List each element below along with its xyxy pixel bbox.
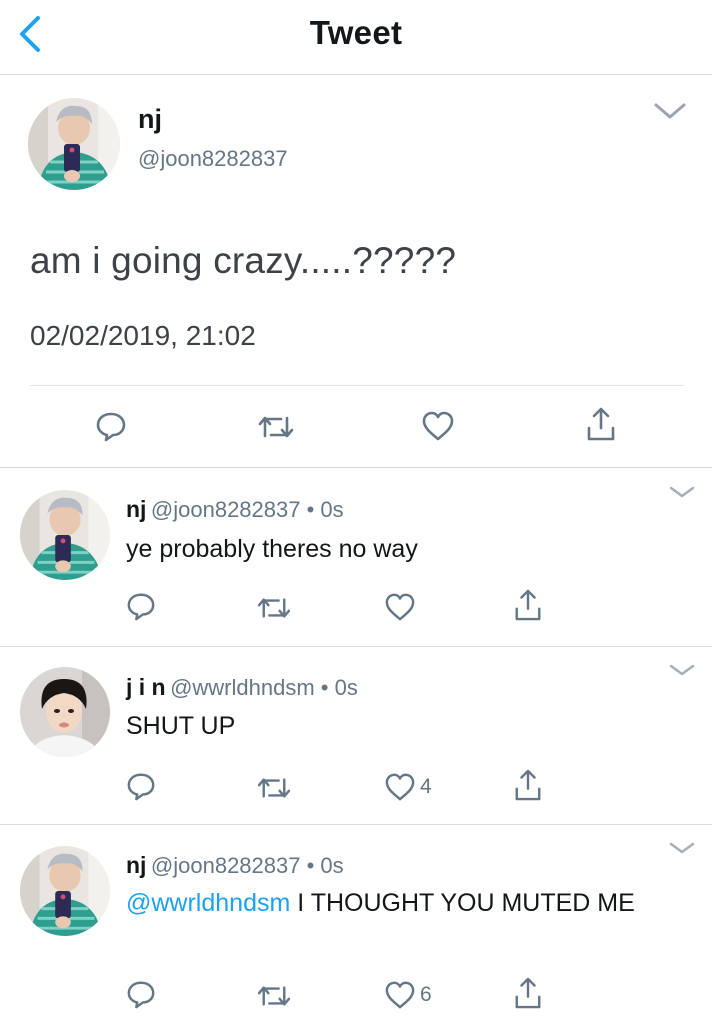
reply-name[interactable]: nj xyxy=(126,496,146,522)
reply-3-retweet-button[interactable] xyxy=(256,982,292,1015)
header-bar: Tweet xyxy=(0,0,712,75)
reply-menu-button[interactable] xyxy=(668,484,696,505)
reply-header: j i n @wwrldhndsm • 0s xyxy=(126,674,358,701)
reply-1-retweet-button[interactable] xyxy=(256,594,292,627)
share-icon xyxy=(587,407,615,441)
chevron-down-icon xyxy=(669,486,695,498)
reply-meta: @joon8282837 • 0s xyxy=(150,497,344,522)
reply-meta: @joon8282837 • 0s xyxy=(150,853,344,878)
retweet-icon xyxy=(257,986,291,1006)
avatar-reply-3[interactable] xyxy=(20,846,110,936)
like-icon xyxy=(385,773,415,801)
like-icon xyxy=(385,981,415,1009)
divider xyxy=(30,385,684,386)
share-icon xyxy=(515,769,541,801)
reply-text: SHUT UP xyxy=(126,709,686,744)
like-icon xyxy=(385,593,415,621)
main-tweet-timestamp: 02/02/2019, 21:02 xyxy=(30,320,256,351)
reply-menu-button[interactable] xyxy=(668,840,696,861)
reply-3-like-button[interactable] xyxy=(384,980,416,1015)
reply-text: @wwrldhndsm I THOUGHT YOU MUTED ME xyxy=(126,886,666,921)
avatar-reply-2[interactable] xyxy=(20,667,110,757)
reply-mention[interactable]: @wwrldhndsm xyxy=(126,889,290,917)
reply-2-like-button[interactable] xyxy=(384,772,416,807)
main-tweet-menu-button[interactable] xyxy=(652,100,688,127)
reply-icon xyxy=(127,773,155,801)
reply-3-reply-button[interactable] xyxy=(126,979,156,1014)
retweet-icon xyxy=(257,598,291,618)
page-title: Tweet xyxy=(309,14,403,51)
reply-header: nj @joon8282837 • 0s xyxy=(126,496,344,523)
main-reply-button[interactable] xyxy=(95,410,127,447)
reply-icon xyxy=(96,412,126,442)
reply-1-share-button[interactable] xyxy=(513,588,543,627)
reply-body: I THOUGHT YOU MUTED ME xyxy=(290,889,635,917)
reply-text: ye probably theres no way xyxy=(126,532,686,567)
reply-2-like-count: 4 xyxy=(420,775,432,798)
divider xyxy=(0,646,712,647)
retweet-icon xyxy=(257,778,291,798)
divider xyxy=(0,467,712,468)
main-share-button[interactable] xyxy=(585,406,617,447)
reply-header: nj @joon8282837 • 0s xyxy=(126,852,344,879)
reply-name[interactable]: j i n xyxy=(126,674,166,700)
reply-2-retweet-button[interactable] xyxy=(256,774,292,807)
reply-3-share-button[interactable] xyxy=(513,976,543,1015)
chevron-down-icon xyxy=(669,664,695,676)
reply-2-share-button[interactable] xyxy=(513,768,543,807)
reply-meta: @wwrldhndsm • 0s xyxy=(170,675,358,700)
reply-body: ye probably theres no way xyxy=(126,535,418,563)
reply-icon xyxy=(127,981,155,1009)
main-tweet-text: am i going crazy.....????? xyxy=(30,240,457,281)
reply-menu-button[interactable] xyxy=(668,662,696,683)
reply-2-reply-button[interactable] xyxy=(126,771,156,806)
reply-icon xyxy=(127,593,155,621)
avatar-main[interactable] xyxy=(28,98,120,190)
reply-1-like-button[interactable] xyxy=(384,592,416,627)
chevron-down-icon xyxy=(669,842,695,854)
chevron-down-icon xyxy=(654,103,686,119)
share-icon xyxy=(515,589,541,621)
divider xyxy=(0,824,712,825)
like-icon xyxy=(422,411,454,441)
reply-name[interactable]: nj xyxy=(126,852,146,878)
main-tweet-handle[interactable]: @joon8282837 xyxy=(138,146,288,172)
reply-1-reply-button[interactable] xyxy=(126,591,156,626)
share-icon xyxy=(515,977,541,1009)
retweet-icon xyxy=(258,416,294,438)
reply-3-like-count: 6 xyxy=(420,983,432,1006)
main-like-button[interactable] xyxy=(421,410,455,447)
main-retweet-button[interactable] xyxy=(257,412,295,447)
main-tweet-name[interactable]: nj xyxy=(138,104,162,135)
reply-body: SHUT UP xyxy=(126,712,236,740)
avatar-reply-1[interactable] xyxy=(20,490,110,580)
